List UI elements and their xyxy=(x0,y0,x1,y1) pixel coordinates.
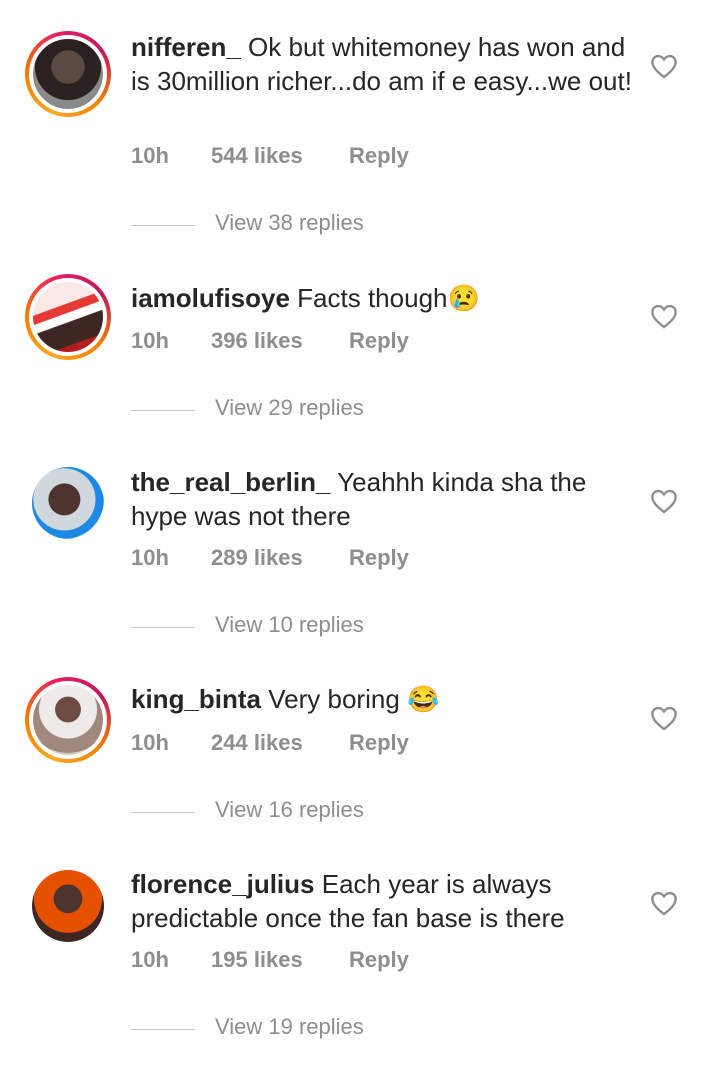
replies-divider xyxy=(131,812,195,813)
comment-likes[interactable]: 396 likes xyxy=(211,328,303,354)
replies-divider xyxy=(131,627,195,628)
avatar[interactable] xyxy=(32,467,104,539)
view-replies-label: View 16 replies xyxy=(215,797,364,822)
reply-button[interactable]: Reply xyxy=(349,730,409,756)
comment-username[interactable]: the_real_berlin_ xyxy=(131,467,330,497)
comment-likes[interactable]: 195 likes xyxy=(211,947,303,973)
reply-button[interactable]: Reply xyxy=(349,947,409,973)
heart-outline-icon[interactable] xyxy=(650,53,678,79)
comment-body: Very boring 😂 xyxy=(268,684,440,714)
heart-outline-icon[interactable] xyxy=(650,705,678,731)
comment-likes[interactable]: 244 likes xyxy=(211,730,303,756)
comment-time: 10h xyxy=(131,947,169,972)
comment-time: 10h xyxy=(131,545,169,570)
heart-outline-icon[interactable] xyxy=(650,488,678,514)
comment-username[interactable]: king_binta xyxy=(131,684,261,714)
view-replies-label: View 29 replies xyxy=(215,395,364,420)
comment-time: 10h xyxy=(131,328,169,353)
comment-text: the_real_berlin_ Yeahhh kinda sha the hy… xyxy=(131,465,636,533)
replies-divider xyxy=(131,410,195,411)
avatar[interactable] xyxy=(25,274,111,360)
comment-username[interactable]: iamolufisoye xyxy=(131,283,290,313)
comment-username[interactable]: nifferen_ xyxy=(131,32,241,62)
replies-divider xyxy=(131,225,195,226)
view-replies-label: View 38 replies xyxy=(215,210,364,235)
comment-likes[interactable]: 289 likes xyxy=(211,545,303,571)
avatar[interactable] xyxy=(32,870,104,942)
view-replies-label: View 10 replies xyxy=(215,612,364,637)
avatar[interactable] xyxy=(25,31,111,117)
reply-button[interactable]: Reply xyxy=(349,328,409,354)
comment-text: nifferen_ Ok but whitemoney has won and … xyxy=(131,30,636,98)
comment-time: 10h xyxy=(131,143,169,168)
comment-likes[interactable]: 544 likes xyxy=(211,143,303,169)
comment-body: Facts though😢 xyxy=(297,283,480,313)
heart-outline-icon[interactable] xyxy=(650,890,678,916)
comment-username[interactable]: florence_julius xyxy=(131,869,315,899)
comment-text: florence_julius Each year is always pred… xyxy=(131,867,636,935)
comment-time: 10h xyxy=(131,730,169,755)
avatar[interactable] xyxy=(25,677,111,763)
view-replies-label: View 19 replies xyxy=(215,1014,364,1039)
comment-text: king_binta Very boring 😂 xyxy=(131,682,636,716)
replies-divider xyxy=(131,1029,195,1030)
reply-button[interactable]: Reply xyxy=(349,143,409,169)
reply-button[interactable]: Reply xyxy=(349,545,409,571)
heart-outline-icon[interactable] xyxy=(650,303,678,329)
comment-text: iamolufisoye Facts though😢 xyxy=(131,281,636,315)
